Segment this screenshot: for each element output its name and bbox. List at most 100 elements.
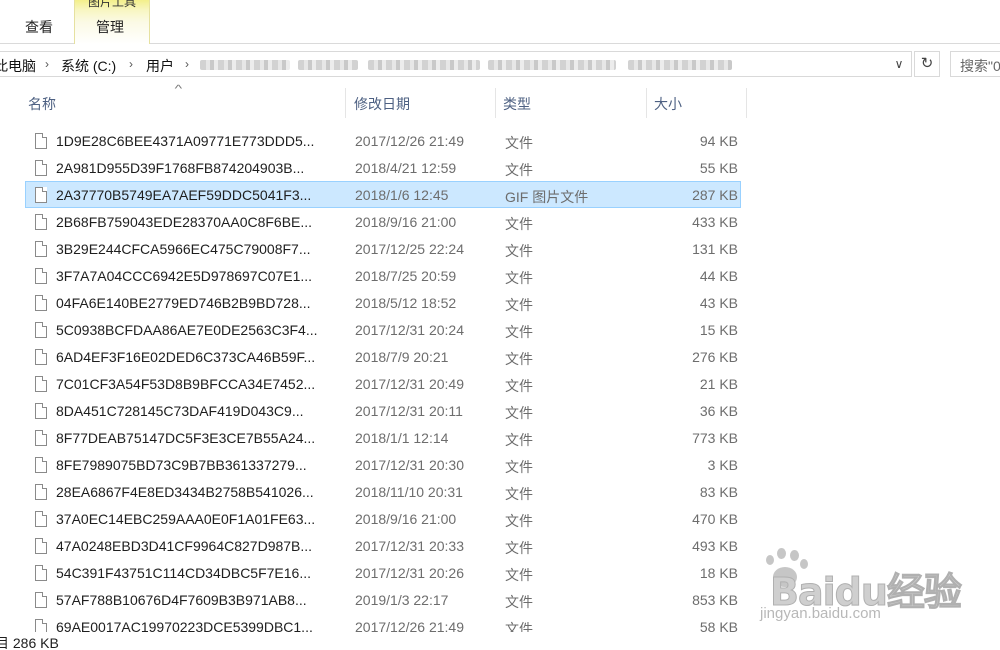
file-size: 493 KB <box>692 538 738 554</box>
column-header-date-modified[interactable]: 修改日期 <box>348 88 496 118</box>
file-type: 文件 <box>505 486 533 502</box>
file-name: 37A0EC14EBC259AAA0E0F1A01FE63... <box>56 511 316 527</box>
file-size: 83 KB <box>699 484 738 500</box>
file-icon <box>35 511 47 527</box>
file-row[interactable]: 3F7A7A04CCC6942E5D978697C07E1... 2018/7/2… <box>25 262 741 289</box>
breadcrumb-separator-icon[interactable]: › <box>45 57 49 71</box>
file-icon <box>35 160 47 176</box>
file-size: 94 KB <box>699 133 738 149</box>
file-type: 文件 <box>505 567 533 583</box>
file-name: 8F77DEAB75147DC5F3E3CE7B55A24... <box>56 430 316 446</box>
file-size: 433 KB <box>692 214 738 230</box>
file-date-modified: 2018/7/25 20:59 <box>355 268 457 284</box>
column-header-size[interactable]: 大小 <box>648 88 747 118</box>
tab-manage[interactable]: 管理 <box>96 17 124 37</box>
status-bar: 目 286 KB <box>0 632 1000 650</box>
file-icon <box>35 403 47 419</box>
file-icon <box>35 241 47 257</box>
file-row[interactable]: 2A981D955D39F1768FB874204903B... 2018/4/2… <box>25 154 741 181</box>
ribbon: 图片工具 查看 管理 <box>0 0 1000 44</box>
file-date-modified: 2017/12/31 20:26 <box>355 565 464 581</box>
file-row[interactable]: 04FA6E140BE2779ED746B2B9BD728... 2018/5/1… <box>25 289 741 316</box>
file-type: GIF 图片文件 <box>505 189 589 205</box>
file-date-modified: 2017/12/31 20:49 <box>355 376 464 392</box>
search-input[interactable]: 搜索"0 <box>950 51 1000 77</box>
column-header-name[interactable]: 名称 <box>22 88 346 118</box>
file-size: 36 KB <box>699 403 738 419</box>
file-type: 文件 <box>505 297 533 313</box>
file-row[interactable]: 3B29E244CFCA5966EC475C79008F7... 2017/12/… <box>25 235 741 262</box>
file-date-modified: 2017/12/26 21:49 <box>355 619 464 632</box>
file-name: 3B29E244CFCA5966EC475C79008F7... <box>56 241 311 257</box>
file-icon <box>35 430 47 446</box>
file-row[interactable]: 57AF788B10676D4F7609B3B971AB8... 2019/1/3… <box>25 586 741 613</box>
file-date-modified: 2018/1/1 12:14 <box>355 430 449 446</box>
address-bar[interactable]: 此电脑 › 系统 (C:) › 用户 › ∨ <box>0 51 912 77</box>
file-size: 55 KB <box>699 160 738 176</box>
file-row[interactable]: 2A37770B5749EA7AEF59DDC5041F3... 2018/1/6… <box>25 181 741 208</box>
file-name: 6AD4EF3F16E02DED6C373CA46B59F... <box>56 349 316 365</box>
file-date-modified: 2018/1/6 12:45 <box>355 187 449 203</box>
file-row[interactable]: 6AD4EF3F16E02DED6C373CA46B59F... 2018/7/9… <box>25 343 741 370</box>
file-type: 文件 <box>505 405 533 421</box>
file-size: 18 KB <box>699 565 738 581</box>
file-name: 04FA6E140BE2779ED746B2B9BD728... <box>56 295 311 311</box>
file-icon <box>35 457 47 473</box>
file-icon <box>35 187 47 203</box>
breadcrumb-separator-icon[interactable]: › <box>185 57 189 71</box>
file-date-modified: 2019/1/3 22:17 <box>355 592 449 608</box>
watermark-url: jingyan.baidu.com <box>760 605 881 622</box>
file-row[interactable]: 1D9E28C6BEE4371A09771E773DDD5... 2017/12/… <box>25 127 741 154</box>
file-row[interactable]: 8DA451C728145C73DAF419D043C9... 2017/12/3… <box>25 397 741 424</box>
breadcrumb-this-pc[interactable]: 此电脑 <box>0 56 36 76</box>
file-date-modified: 2018/4/21 12:59 <box>355 160 457 176</box>
file-name: 57AF788B10676D4F7609B3B971AB8... <box>56 592 307 608</box>
baidu-jingyan-watermark: Baidu经验 jingyan.baidu.com <box>760 545 962 630</box>
file-row[interactable]: 28EA6867F4E8ED3434B2758B541026... 2018/11… <box>25 478 741 505</box>
file-row[interactable]: 2B68FB759043EDE28370AA0C8F6BE... 2018/9/1… <box>25 208 741 235</box>
chevron-down-icon[interactable]: ∨ <box>888 54 910 74</box>
file-row[interactable]: 5C0938BCFDAA86AE7E0DE2563C3F4... 2017/12/… <box>25 316 741 343</box>
file-row[interactable]: 7C01CF3A54F53D8B9BFCCA34E7452... 2017/12/… <box>25 370 741 397</box>
file-row[interactable]: 37A0EC14EBC259AAA0E0F1A01FE63... 2018/9/1… <box>25 505 741 532</box>
file-size: 21 KB <box>699 376 738 392</box>
file-type: 文件 <box>505 513 533 529</box>
file-row[interactable]: 8FE7989075BD73C9B7BB361337279... 2017/12/… <box>25 451 741 478</box>
file-size: 470 KB <box>692 511 738 527</box>
tab-view[interactable]: 查看 <box>25 17 53 37</box>
file-date-modified: 2018/9/16 21:00 <box>355 511 457 527</box>
file-row[interactable]: 47A0248EBD3D41CF9964C827D987B... 2017/12/… <box>25 532 741 559</box>
breadcrumb-system-drive[interactable]: 系统 (C:) <box>61 56 116 76</box>
file-type: 文件 <box>505 351 533 367</box>
file-size: 3 KB <box>707 457 738 473</box>
file-type: 文件 <box>505 459 533 475</box>
file-row[interactable]: 69AE0017AC19970223DCE5399DBC1... 2017/12/… <box>25 613 741 632</box>
redacted-path-segment <box>488 60 616 70</box>
file-name: 2A981D955D39F1768FB874204903B... <box>56 160 305 176</box>
file-date-modified: 2017/12/31 20:24 <box>355 322 464 338</box>
file-type: 文件 <box>505 162 533 178</box>
breadcrumb-separator-icon[interactable]: › <box>129 57 133 71</box>
file-name: 7C01CF3A54F53D8B9BFCCA34E7452... <box>56 376 316 392</box>
file-type: 文件 <box>505 594 533 610</box>
file-date-modified: 2017/12/31 20:11 <box>355 403 463 419</box>
file-size: 773 KB <box>692 430 738 446</box>
file-row[interactable]: 8F77DEAB75147DC5F3E3CE7B55A24... 2018/1/1… <box>25 424 741 451</box>
refresh-icon[interactable]: ↻ <box>914 51 940 77</box>
file-row[interactable]: 54C391F43751C114CD34DBC5F7E16... 2017/12/… <box>25 559 741 586</box>
file-icon <box>35 133 47 149</box>
file-type: 文件 <box>505 378 533 394</box>
context-tab-title: 图片工具 <box>87 0 136 9</box>
file-date-modified: 2017/12/26 21:49 <box>355 133 464 149</box>
file-name: 3F7A7A04CCC6942E5D978697C07E1... <box>56 268 313 284</box>
breadcrumb-users[interactable]: 用户 <box>146 56 174 76</box>
file-size: 287 KB <box>692 187 738 203</box>
file-name: 8FE7989075BD73C9B7BB361337279... <box>56 457 307 473</box>
file-icon <box>35 619 47 632</box>
file-name: 1D9E28C6BEE4371A09771E773DDD5... <box>56 133 315 149</box>
file-icon <box>35 565 47 581</box>
file-size: 276 KB <box>692 349 738 365</box>
file-type: 文件 <box>505 621 533 632</box>
file-size: 43 KB <box>699 295 738 311</box>
column-header-type[interactable]: 类型 <box>497 88 647 118</box>
